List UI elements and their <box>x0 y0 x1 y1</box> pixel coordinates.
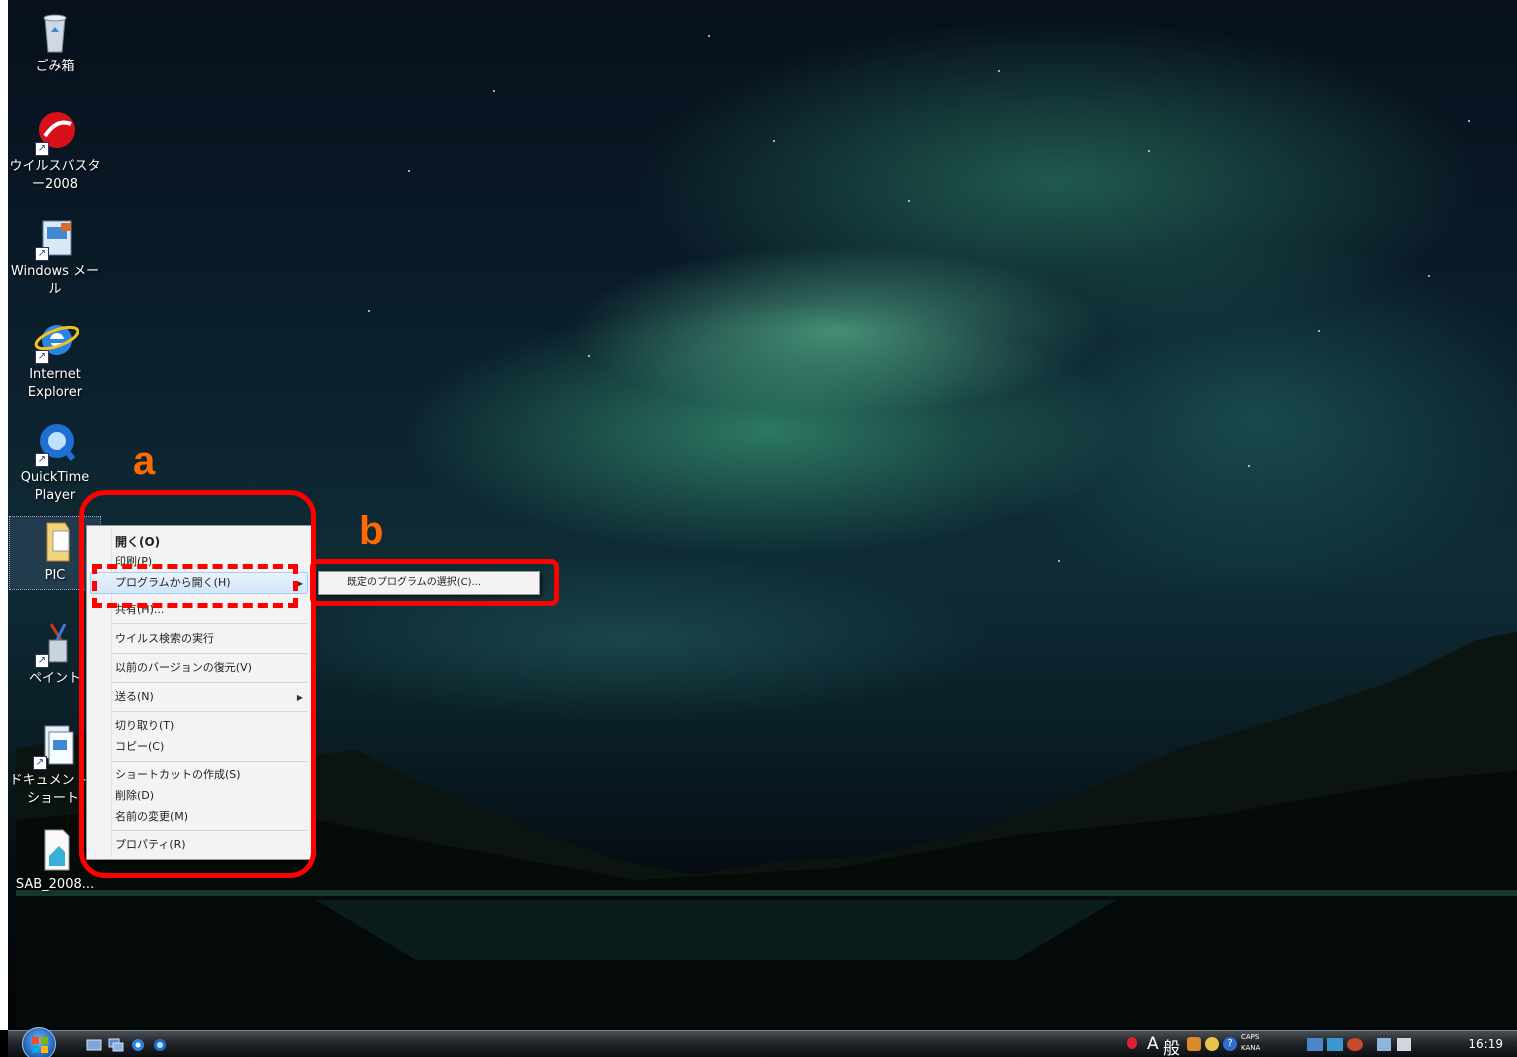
desktop-icon-label: PIC <box>44 568 66 583</box>
internet-explorer-icon: ↗ <box>31 316 80 364</box>
help-icon[interactable]: ? <box>1223 1037 1237 1051</box>
desktop-icon-internet-explorer[interactable]: ↗ Internet Explorer <box>7 316 103 402</box>
system-clock[interactable]: 16:19 <box>1468 1037 1503 1051</box>
taskbar: A 般 ? CAPS KANA 16:19 <box>8 1027 1517 1057</box>
desktop-icon-label: ペイント <box>28 671 81 686</box>
recycle-bin-icon <box>31 8 79 56</box>
start-button[interactable] <box>22 1027 56 1057</box>
windows-mail-icon: ↗ <box>31 213 79 261</box>
star <box>1248 465 1250 467</box>
desktop-icon-label: ごみ箱 <box>35 59 75 74</box>
file-icon <box>31 826 79 874</box>
show-desktop-icon[interactable] <box>86 1038 102 1052</box>
ime-pad-icon[interactable] <box>1187 1037 1201 1051</box>
shortcut-arrow-icon: ↗ <box>35 350 49 364</box>
star <box>1148 150 1150 152</box>
switch-windows-icon[interactable] <box>108 1038 124 1052</box>
annotation-label-b: b <box>359 509 384 553</box>
system-tray: A 般 ? CAPS KANA 16:19 <box>1117 1031 1517 1057</box>
desktop-icon-label: Windows メール <box>10 264 100 297</box>
star <box>1428 275 1430 277</box>
ime-input-label[interactable]: 般 <box>1163 1034 1180 1057</box>
star <box>368 310 370 312</box>
star <box>408 170 410 172</box>
virusbuster-icon: ↗ <box>31 108 79 156</box>
volume-muted-icon[interactable] <box>1397 1038 1411 1051</box>
windows-logo-icon <box>32 1037 48 1053</box>
paint-icon: ↗ <box>31 620 79 668</box>
documents-icon: ↗ <box>29 722 77 770</box>
desktop-icon-quicktime[interactable]: ↗ QuickTime Player <box>7 419 103 505</box>
kana-indicator: KANA <box>1241 1044 1261 1052</box>
antivirus-tray-icon[interactable] <box>1347 1038 1363 1051</box>
desktop-icon-label: Internet Explorer <box>27 367 83 400</box>
shortcut-arrow-icon: ↗ <box>35 142 49 156</box>
shortcut-arrow-icon: ↗ <box>35 247 49 261</box>
shortcut-arrow-icon: ↗ <box>35 453 49 467</box>
shortcut-arrow-icon: ↗ <box>33 756 47 770</box>
desktop-icon-label: QuickTime Player <box>20 470 90 503</box>
star <box>908 200 910 202</box>
star <box>1058 560 1060 562</box>
star <box>493 90 495 92</box>
star <box>998 70 1000 72</box>
annotation-box-a <box>79 490 316 878</box>
caps-indicator: CAPS <box>1241 1033 1260 1041</box>
annotation-dashed-highlight <box>92 564 298 608</box>
network-icon[interactable] <box>1377 1038 1391 1051</box>
quicktime-icon: ↗ <box>31 419 79 467</box>
desktop-icon-label: ウイルスバスター2008 <box>9 159 101 192</box>
quicktime-quicklaunch-icon[interactable] <box>152 1038 168 1052</box>
network-status-icon[interactable] <box>1307 1038 1323 1051</box>
shortcut-arrow-icon: ↗ <box>35 654 49 668</box>
folder-icon <box>31 517 79 565</box>
star <box>1318 330 1320 332</box>
ime-tool-icon[interactable] <box>1205 1037 1219 1051</box>
ime-mode-indicator[interactable]: A <box>1147 1034 1159 1054</box>
desktop-icon-windows-mail[interactable]: ↗ Windows メール <box>7 213 103 299</box>
display-icon[interactable] <box>1327 1038 1343 1051</box>
star <box>708 35 710 37</box>
annotation-box-b <box>310 559 559 606</box>
star <box>1468 120 1470 122</box>
star <box>588 355 590 357</box>
desktop-icon-recycle-bin[interactable]: ごみ箱 <box>7 8 103 76</box>
desktop-icon-virusbuster[interactable]: ↗ ウイルスバスター2008 <box>7 108 103 194</box>
annotation-label-a: a <box>133 439 156 483</box>
internet-explorer-quicklaunch-icon[interactable] <box>130 1038 146 1052</box>
desktop-icon-label: SAB_2008... <box>15 877 95 892</box>
security-alert-icon[interactable] <box>1127 1037 1137 1049</box>
star <box>773 140 775 142</box>
